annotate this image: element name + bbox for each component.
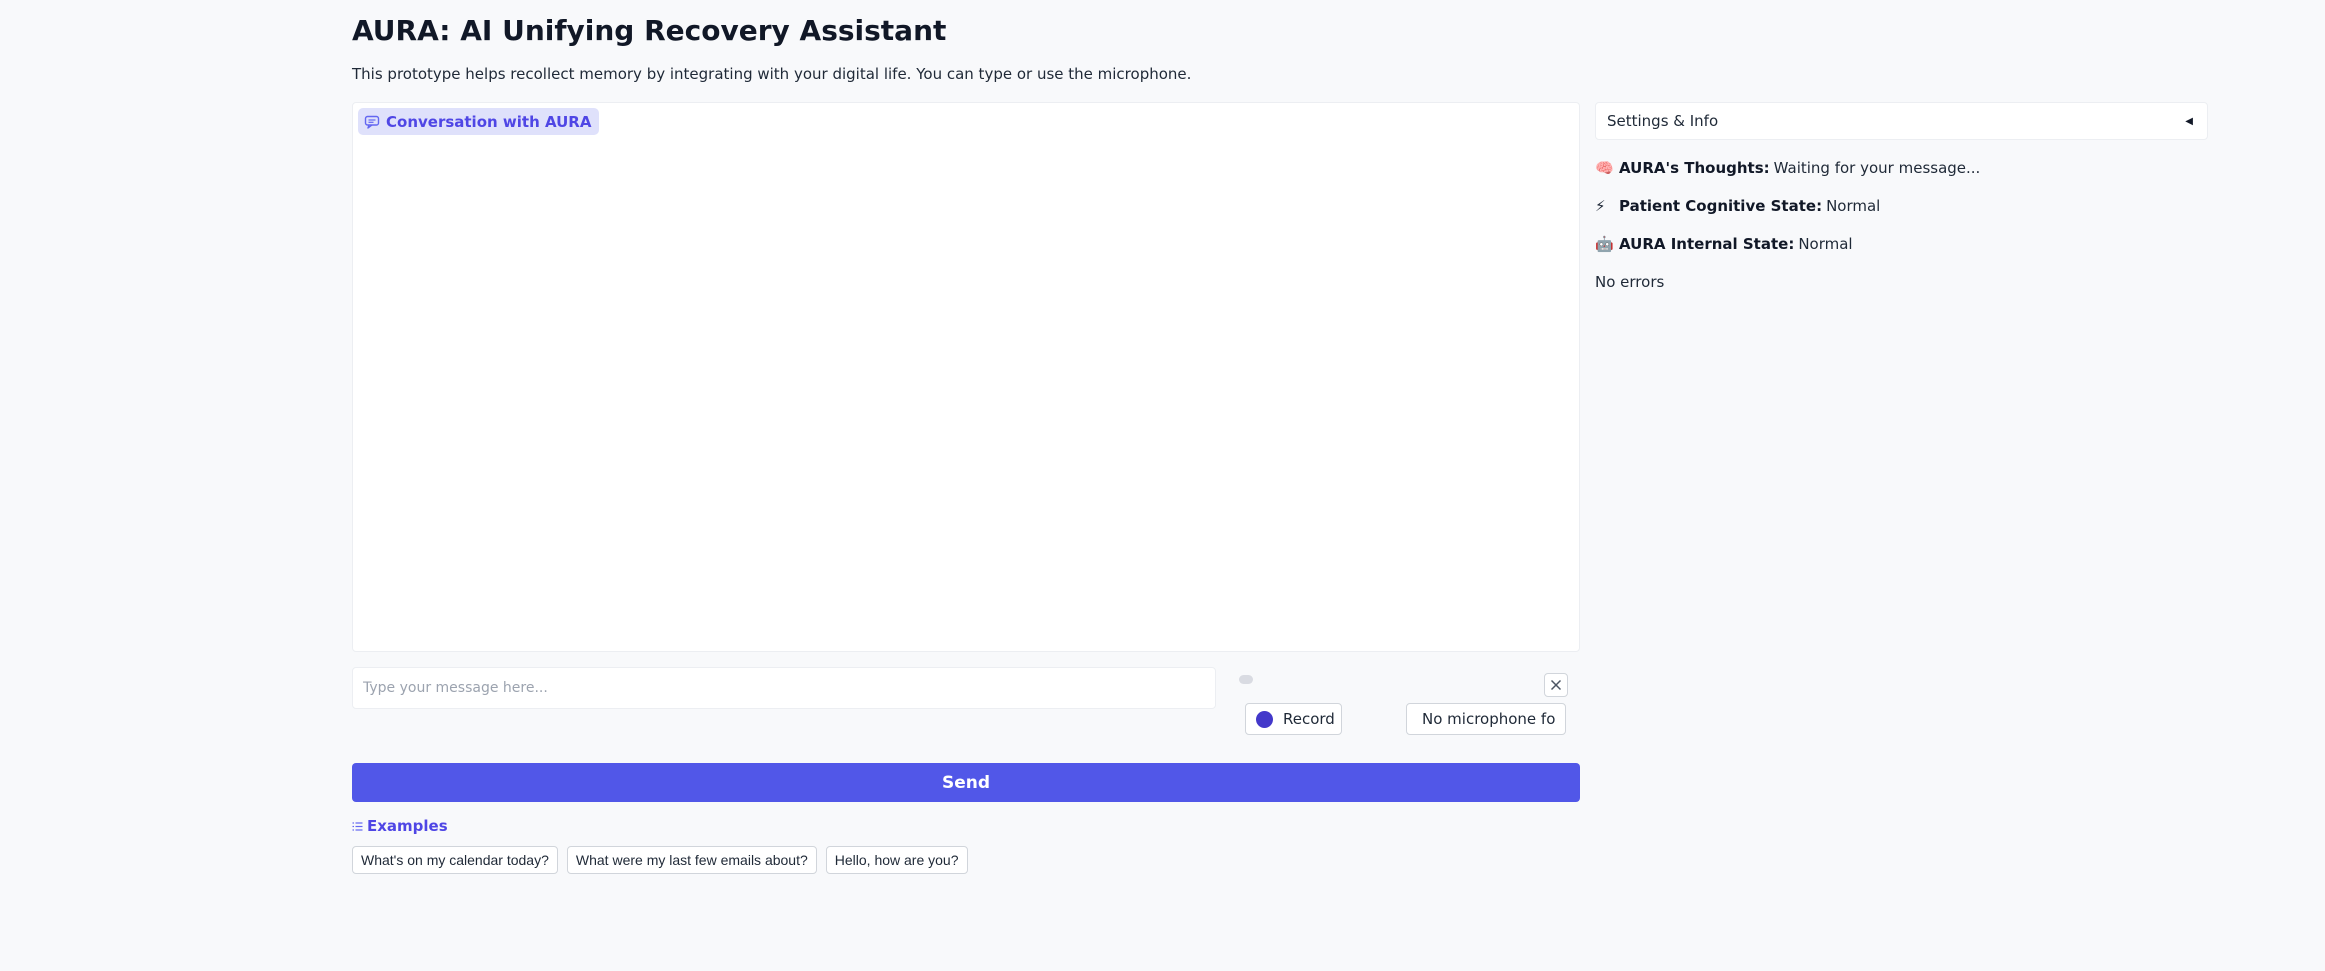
internal-state-line: 🤖 AURA Internal State: Normal (1595, 234, 1853, 254)
record-button[interactable]: Record (1245, 703, 1342, 735)
record-button-label: Record (1283, 710, 1335, 728)
example-hello-button[interactable]: Hello, how are you? (825, 846, 968, 874)
app-page: AURA: AI Unifying Recovery Assistant Thi… (0, 0, 2325, 971)
chat-panel[interactable]: Conversation with AURA (352, 102, 1580, 652)
errors-status: No errors (1595, 273, 1665, 291)
settings-accordion[interactable]: Settings & Info ◀ (1595, 102, 2208, 140)
list-icon (352, 821, 363, 831)
patient-state-line: ⚡ Patient Cognitive State: Normal (1595, 196, 1880, 216)
aura-thoughts-label: AURA's Thoughts: (1619, 159, 1770, 177)
settings-label: Settings & Info (1607, 112, 1719, 130)
microphone-select[interactable]: No microphone fo (1406, 703, 1566, 735)
audio-waveform-placeholder (1239, 675, 1253, 684)
example-emails-button[interactable]: What were my last few emails about? (566, 846, 817, 874)
close-audio-button[interactable] (1544, 673, 1568, 697)
examples-label-text: Examples (367, 817, 448, 835)
examples-list: What's on my calendar today? What were m… (352, 846, 968, 874)
patient-state-label: Patient Cognitive State: (1619, 197, 1823, 215)
caret-left-icon: ◀ (2185, 115, 2193, 127)
send-button[interactable]: Send (352, 763, 1580, 802)
chat-label: Conversation with AURA (358, 108, 600, 135)
aura-thoughts-value: Waiting for your message... (1773, 159, 1981, 177)
internal-state-value: Normal (1798, 235, 1853, 253)
chat-bubble-icon (364, 115, 380, 129)
example-calendar-button[interactable]: What's on my calendar today? (352, 846, 558, 874)
message-input[interactable] (352, 667, 1216, 709)
robot-icon: 🤖 (1595, 235, 1614, 253)
page-subtitle: This prototype helps recollect memory by… (352, 65, 1192, 83)
page-title: AURA: AI Unifying Recovery Assistant (352, 14, 947, 47)
brain-icon: 🧠 (1595, 159, 1614, 177)
record-dot-icon (1256, 710, 1273, 728)
close-icon (1550, 679, 1562, 691)
chat-label-text: Conversation with AURA (386, 112, 592, 131)
patient-state-value: Normal (1826, 197, 1881, 215)
lightning-icon: ⚡ (1595, 197, 1606, 215)
internal-state-label: AURA Internal State: (1619, 235, 1795, 253)
examples-label: Examples (352, 817, 448, 835)
aura-thoughts-line: 🧠 AURA's Thoughts: Waiting for your mess… (1595, 158, 1980, 178)
audio-input-panel: Record No microphone fo (1230, 667, 1580, 737)
